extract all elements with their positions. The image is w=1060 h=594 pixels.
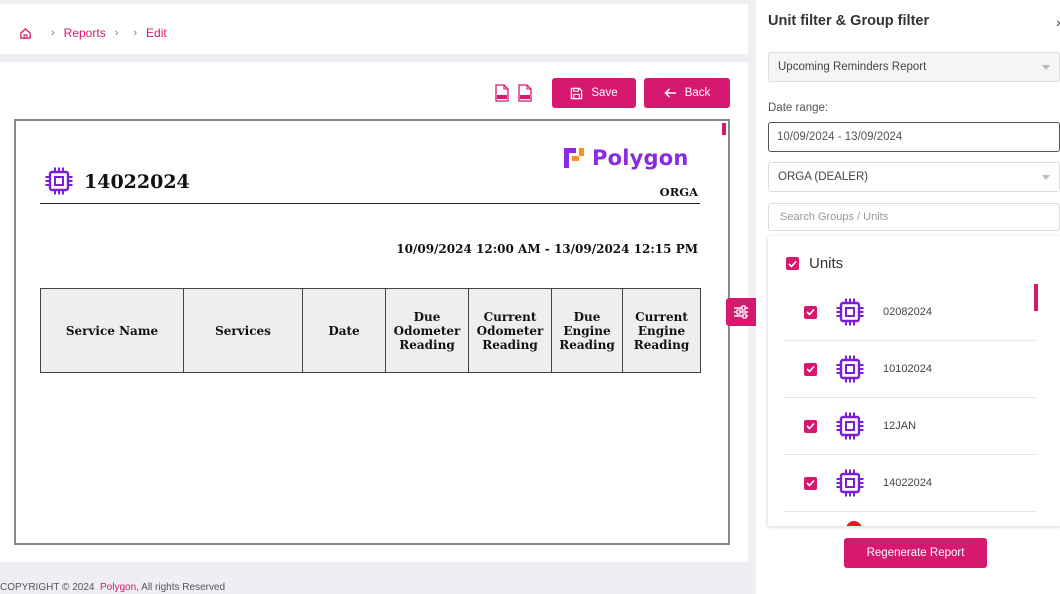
column-header: Current Engine Reading	[622, 288, 701, 373]
polygon-logo-text: Polygon	[592, 146, 689, 170]
xls-file-icon[interactable]	[494, 84, 510, 102]
unit-name: 02082024	[883, 306, 932, 318]
company-select[interactable]: ORGA (DEALER)	[768, 162, 1060, 192]
chevron-right-icon: ›	[133, 27, 138, 39]
unit-chip-icon	[836, 355, 864, 383]
footer-rights: , All rights Reserved	[136, 582, 226, 593]
unit-name: 10102024	[883, 363, 932, 375]
company-value: ORGA (DEALER)	[778, 171, 869, 183]
check-icon	[806, 479, 815, 487]
units-scrollbar[interactable]	[1034, 284, 1038, 311]
checkbox-checked[interactable]	[804, 305, 817, 319]
report-unit-title: 14022024	[84, 171, 190, 193]
unit-chip-icon	[836, 469, 864, 497]
report-type-value: Upcoming Reminders Report	[778, 61, 927, 73]
breadcrumb-reports[interactable]: Reports	[64, 26, 106, 40]
chevron-right-icon: ›	[51, 27, 55, 39]
units-select-all[interactable]: Units	[786, 255, 843, 272]
checkbox-checked[interactable]	[804, 362, 817, 376]
breadcrumb-edit[interactable]: Edit	[146, 26, 167, 40]
report-preview: 14022024 Polygon ORGA 10/09/2024 12:00 A…	[14, 119, 730, 545]
unit-name: 14022024	[883, 477, 932, 489]
check-icon	[806, 308, 815, 316]
column-header: Due Odometer Reading	[385, 288, 469, 373]
report-date-range: 10/09/2024 12:00 AM - 13/09/2024 12:15 P…	[396, 242, 698, 256]
unit-row[interactable]: 02082024	[784, 284, 1036, 341]
column-header: Services	[183, 288, 303, 373]
save-icon	[571, 87, 583, 99]
check-icon	[788, 260, 797, 268]
breadcrumb: › Reports › › Edit	[19, 26, 167, 40]
checkbox-checked[interactable]	[786, 257, 799, 270]
units-tree: Units 02082024 10102024 12JAN 14022024	[768, 236, 1060, 526]
unit-row[interactable]: 14022024	[784, 455, 1036, 512]
home-icon[interactable]	[19, 27, 32, 40]
unit-status-icon	[846, 521, 862, 526]
polygon-logo: Polygon	[562, 146, 689, 170]
date-range-label: Date range:	[768, 102, 829, 114]
check-icon	[806, 365, 815, 373]
unit-row[interactable]: 12JAN	[784, 398, 1036, 455]
search-input[interactable]: Search Groups / Units	[768, 203, 1060, 231]
preview-scrollbar[interactable]	[722, 123, 726, 135]
unit-chip-icon	[836, 298, 864, 326]
header-divider	[40, 203, 700, 204]
checkbox-checked[interactable]	[804, 419, 817, 433]
save-label: Save	[591, 87, 618, 99]
units-list: 02082024 10102024 12JAN 14022024	[784, 284, 1036, 512]
units-label: Units	[809, 255, 844, 272]
unit-name: 12JAN	[883, 420, 917, 432]
polygon-logo-icon	[564, 148, 584, 168]
chevron-right-icon: ›	[114, 27, 119, 39]
back-button[interactable]: Back	[644, 78, 730, 108]
unit-chip-icon	[836, 412, 864, 440]
filter-panel: Unit filter & Group filter › Upcoming Re…	[756, 0, 1060, 594]
filter-toggle-button[interactable]	[726, 298, 756, 326]
column-header: Current Odometer Reading	[468, 288, 552, 373]
chevron-down-icon	[1042, 65, 1050, 70]
chevron-down-icon	[1042, 175, 1050, 180]
close-icon[interactable]: ›	[1056, 14, 1060, 30]
sliders-icon	[734, 305, 748, 319]
footer-brand-link[interactable]: Polygon	[100, 582, 136, 593]
check-icon	[806, 422, 815, 430]
date-range-input[interactable]: 10/09/2024 - 13/09/2024	[768, 122, 1060, 152]
back-label: Back	[684, 87, 711, 99]
report-type-select[interactable]: Upcoming Reminders Report	[768, 52, 1060, 82]
unit-chip-icon	[45, 167, 73, 195]
breadcrumb-bar: › Reports › › Edit	[0, 4, 748, 54]
panel-title: Unit filter & Group filter	[768, 13, 930, 29]
report-table: Service Name Services Date Due Odometer …	[40, 288, 701, 373]
report-company: ORGA	[659, 185, 698, 199]
save-button[interactable]: Save	[552, 78, 636, 108]
unit-row[interactable]: 10102024	[784, 341, 1036, 398]
column-header: Date	[302, 288, 386, 373]
column-header: Service Name	[40, 288, 184, 373]
footer: COPYRIGHT © 2024 Polygon, All rights Res…	[0, 582, 225, 593]
pdf-file-icon[interactable]	[517, 84, 533, 102]
regenerate-report-button[interactable]: Regenerate Report	[844, 538, 987, 568]
column-header: Due Engine Reading	[551, 288, 623, 373]
checkbox-checked[interactable]	[804, 476, 817, 490]
arrow-left-icon	[664, 88, 676, 98]
footer-copyright: COPYRIGHT © 2024	[0, 582, 95, 593]
